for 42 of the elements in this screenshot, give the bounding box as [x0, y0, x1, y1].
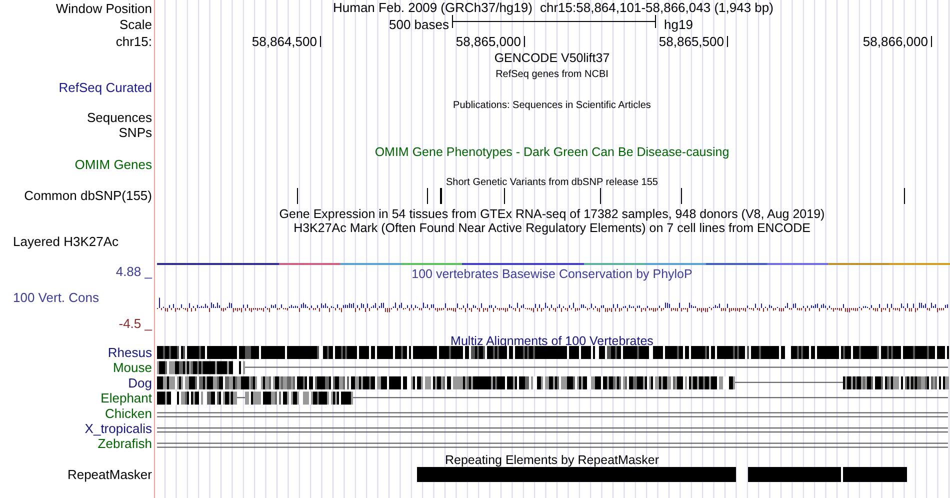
track-label: Layered H3K27Ac	[13, 234, 119, 249]
species-label: Zebrafish	[98, 436, 152, 452]
track-title: Publications: Sequences in Scientific Articles	[453, 100, 651, 111]
track-title: Repeating Elements by RepeatMasker	[445, 453, 659, 467]
ruler-label: 58,866,000	[862, 34, 928, 49]
scale-label: 500 bases	[389, 17, 449, 32]
ruler-label: 58,864,500	[252, 34, 317, 49]
row-label: Window Position	[56, 1, 152, 16]
track-label: Sequences	[86, 110, 152, 125]
track-label: RefSeq Curated	[58, 80, 152, 95]
track-title: Short Genetic Variants from dbSNP release 155	[446, 177, 658, 188]
track-label: RepeatMasker	[67, 467, 152, 482]
track-title: Multiz Alignments of 100 Vertebrates	[450, 334, 654, 348]
track-title: GENCODE V50lift37	[494, 51, 610, 65]
axis-min-label: -4.5 _	[118, 316, 152, 331]
species-label: Mouse	[112, 360, 152, 376]
track-label: SNPs	[118, 125, 152, 140]
species-label: Dog	[128, 375, 152, 390]
track-title: OMIM Gene Phenotypes - Dark Green Can Be Disease-causing	[374, 145, 730, 159]
species-label: X_tropicalis	[84, 421, 152, 436]
track-label: Common dbSNP(155)	[24, 188, 152, 203]
ruler-tick	[524, 36, 525, 48]
ruler-tick	[320, 36, 321, 48]
assembly-name: Human Feb. 2009 (GRCh37/hg19)	[333, 0, 532, 15]
row-label: Scale	[119, 17, 152, 32]
track-title: Gene Expression in 54 tissues from GTEx RNA-seq of 17382 samples, 948 donors (V8, Aug 2019)	[279, 207, 825, 221]
track-title: H3K27Ac Mark (Often Found Near Active Regulatory Elements) on 7 cell lines from ENCODE	[294, 221, 810, 235]
track-label: OMIM Genes	[74, 157, 152, 172]
species-label: Elephant	[100, 390, 152, 406]
ruler-label: 58,865,000	[456, 34, 521, 49]
species-label: Rhesus	[108, 345, 152, 360]
axis-max-label: 4.88 _	[116, 264, 152, 279]
chromosome-label: chr15:	[116, 34, 152, 49]
track-title: RefSeq genes from NCBI	[496, 69, 608, 80]
species-label: Chicken	[105, 406, 152, 421]
assembly-label: hg19	[664, 17, 693, 32]
track-title: 100 vertebrates Basewise Conservation by PhyloP	[412, 267, 692, 281]
ruler-tick	[727, 36, 728, 48]
ruler-label: 58,865,500	[658, 34, 724, 49]
ruler-tick	[931, 36, 932, 48]
track-label: 100 Vert. Cons	[13, 290, 99, 305]
position-text: chr15:58,864,101-58,866,043 (1,943 bp)	[540, 0, 774, 15]
